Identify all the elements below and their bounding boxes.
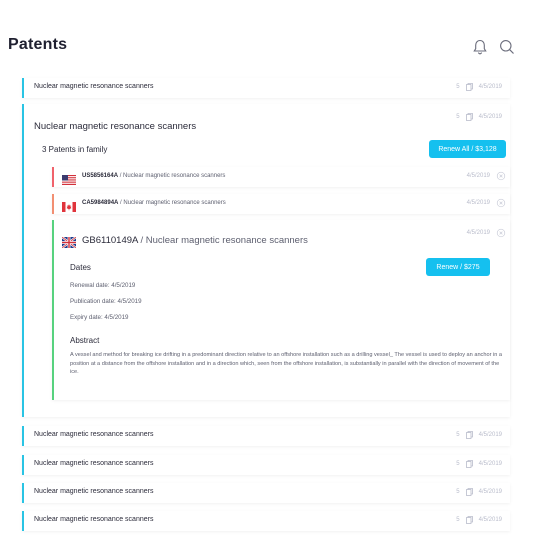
patent-detail-heading: GB6110149A / Nuclear magnetic resonance …	[82, 235, 308, 246]
documents-icon	[465, 113, 473, 121]
family-count-label: 3 Patents in family	[42, 145, 108, 154]
expiry-date: Expiry date: 4/5/2019	[70, 314, 129, 321]
renew-button[interactable]: Renew / $275	[426, 258, 490, 276]
family-patent-gb-detail: GB6110149A / Nuclear magnetic resonance …	[52, 220, 510, 400]
patent-row-meta: 5 4/5/2019	[456, 431, 502, 439]
page-title: Patents	[8, 36, 68, 53]
canada-flag-icon	[62, 199, 76, 212]
renew-all-button[interactable]: Renew All / $3,128	[429, 140, 506, 158]
family-patent-us[interactable]: US5856164A / Nuclear magnetic resonance …	[52, 167, 510, 187]
renewal-date: Renewal date: 4/5/2019	[70, 282, 136, 289]
expanded-title: Nuclear magnetic resonance scanners	[34, 121, 197, 132]
documents-icon	[465, 83, 473, 91]
bell-icon[interactable]	[471, 38, 489, 56]
patent-row[interactable]: Nuclear magnetic resonance scanners 5 4/…	[22, 426, 510, 446]
patent-row-meta: 5 4/5/2019	[456, 83, 502, 91]
family-count: 5	[456, 517, 460, 523]
patent-row[interactable]: Nuclear magnetic resonance scanners 5 4/…	[22, 511, 510, 531]
abstract-text: A vessel and method for breaking ice dri…	[70, 352, 503, 376]
patent-line: CA5984894A / Nuclear magnetic resonance …	[82, 200, 226, 206]
patent-title: Nuclear magnetic resonance scanners	[123, 173, 226, 179]
patent-row-date: 4/5/2019	[478, 461, 502, 467]
patent-row-title: Nuclear magnetic resonance scanners	[34, 488, 154, 495]
family-count: 5	[456, 114, 460, 120]
patent-row-date: 4/5/2019	[478, 84, 502, 90]
patent-number: GB6110149A	[82, 235, 138, 246]
patent-row-meta: 5 4/5/2019	[456, 488, 502, 496]
family-count: 5	[456, 432, 460, 438]
patent-row-title: Nuclear magnetic resonance scanners	[34, 460, 154, 467]
search-icon[interactable]	[498, 38, 516, 56]
publication-date: Publication date: 4/5/2019	[70, 298, 142, 305]
separator: /	[137, 235, 146, 246]
patent-row-meta: 5 4/5/2019	[456, 460, 502, 468]
documents-icon	[465, 460, 473, 468]
patent-row-date: 4/5/2019	[478, 432, 502, 438]
patent-row[interactable]: Nuclear magnetic resonance scanners 5 4/…	[22, 455, 510, 475]
patent-number: CA5984894A	[82, 200, 119, 206]
abstract-heading: Abstract	[70, 336, 100, 345]
close-circle-icon[interactable]	[496, 198, 506, 208]
patent-date: 4/5/2019	[466, 200, 490, 206]
patent-date: 4/5/2019	[466, 230, 490, 236]
us-flag-icon	[62, 172, 76, 185]
uk-flag-icon	[61, 235, 77, 249]
patent-title: Nuclear magnetic resonance scanners	[145, 235, 308, 246]
dates-heading: Dates	[70, 263, 91, 272]
patent-line: US5856164A / Nuclear magnetic resonance …	[82, 173, 225, 179]
page-header: Patents	[0, 0, 550, 80]
family-count: 5	[456, 489, 460, 495]
expanded-meta: 5 4/5/2019	[456, 113, 502, 121]
patent-row-date: 4/5/2019	[478, 489, 502, 495]
patent-row-meta: 5 4/5/2019	[456, 516, 502, 524]
patent-row[interactable]: Nuclear magnetic resonance scanners 5 4/…	[22, 78, 510, 98]
documents-icon	[465, 431, 473, 439]
family-count: 5	[456, 461, 460, 467]
expanded-date: 4/5/2019	[478, 114, 502, 120]
patent-title: Nuclear magnetic resonance scanners	[123, 200, 226, 206]
patent-row-date: 4/5/2019	[478, 517, 502, 523]
patent-row-title: Nuclear magnetic resonance scanners	[34, 431, 154, 438]
patent-number: US5856164A	[82, 173, 119, 179]
close-circle-icon[interactable]	[496, 228, 506, 238]
patent-row-expanded: Nuclear magnetic resonance scanners 5 4/…	[22, 104, 510, 417]
family-patent-ca[interactable]: CA5984894A / Nuclear magnetic resonance …	[52, 194, 510, 214]
documents-icon	[465, 488, 473, 496]
patent-row-title: Nuclear magnetic resonance scanners	[34, 516, 154, 523]
patent-date: 4/5/2019	[466, 173, 490, 179]
family-count: 5	[456, 84, 460, 90]
documents-icon	[465, 516, 473, 524]
close-circle-icon[interactable]	[496, 171, 506, 181]
patent-row-title: Nuclear magnetic resonance scanners	[34, 83, 154, 90]
patent-row[interactable]: Nuclear magnetic resonance scanners 5 4/…	[22, 483, 510, 503]
